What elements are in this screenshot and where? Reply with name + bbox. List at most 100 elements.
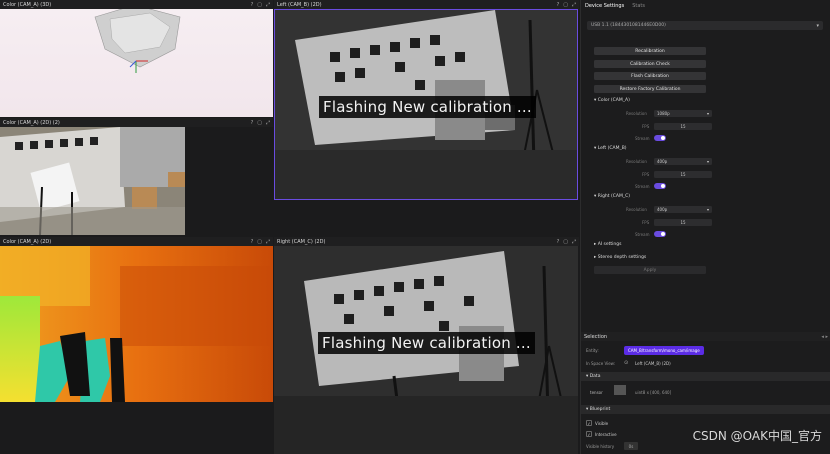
help-icon[interactable]: ? bbox=[557, 239, 560, 245]
fps-label: FPS bbox=[642, 220, 650, 225]
view-color-3d[interactable] bbox=[0, 9, 273, 117]
section-color[interactable]: ▾ Color (CAM_A) bbox=[594, 98, 630, 103]
flashing-overlay: Flashing New calibration ... bbox=[319, 96, 536, 118]
flash-calibration-button[interactable]: Flash Calibration bbox=[594, 72, 706, 80]
nav-arrows-icon[interactable]: ◂ ▸ bbox=[821, 334, 828, 340]
chevron-down-icon: ▾ bbox=[706, 159, 709, 164]
maximize-icon[interactable]: ▢ bbox=[563, 2, 568, 8]
color-fps-input[interactable]: 15 bbox=[654, 123, 712, 130]
view-right-2d[interactable]: Flashing New calibration ... bbox=[274, 246, 578, 454]
view-title: Right (CAM_C) (2D) bbox=[277, 238, 326, 245]
resolution-value: 400p bbox=[657, 159, 668, 164]
section-right[interactable]: ▾ Right (CAM_C) bbox=[594, 194, 630, 199]
chevron-down-icon: ▾ bbox=[816, 22, 819, 29]
blueprint-header[interactable]: ▾ Blueprint bbox=[581, 405, 830, 414]
data-title: Data bbox=[589, 374, 601, 379]
interactive-checkbox[interactable]: ✓ bbox=[586, 431, 592, 437]
target-icon[interactable]: ⊙ bbox=[624, 360, 628, 366]
expand-icon[interactable]: ⤢ bbox=[266, 239, 270, 245]
apply-button[interactable]: Apply bbox=[594, 266, 706, 274]
view-title: Color (CAM_A) (2D) (2) bbox=[3, 119, 60, 126]
app-window: Color (CAM_A) (3D) ? ▢ ⤢ Left (CAM_B) (2D)… bbox=[0, 0, 830, 454]
right-resolution-select[interactable]: 400p ▾ bbox=[654, 206, 712, 213]
view-header-left-2d[interactable]: Left (CAM_B) (2D) ? ▢ ⤢ bbox=[274, 0, 579, 9]
recalibration-button[interactable]: Recalibration bbox=[594, 47, 706, 55]
view-header-color-3d[interactable]: Color (CAM_A) (3D) ? ▢ ⤢ bbox=[0, 0, 273, 9]
tab-stats[interactable]: Stats bbox=[632, 3, 645, 9]
selection-title: Selection bbox=[584, 333, 608, 340]
expand-icon[interactable]: ⤢ bbox=[572, 239, 576, 245]
tab-device-settings[interactable]: Device Settings bbox=[585, 3, 624, 9]
watermark: CSDN @OAK中国_官方 bbox=[692, 429, 822, 443]
calibration-check-button[interactable]: Calibration Check bbox=[594, 60, 706, 68]
view-left-2d[interactable]: Flashing New calibration ... bbox=[274, 9, 578, 200]
visible-checkbox[interactable]: ✓ bbox=[586, 420, 592, 426]
help-icon[interactable]: ? bbox=[251, 120, 254, 126]
view-depth-2d[interactable] bbox=[0, 246, 273, 402]
restore-factory-button[interactable]: Restore Factory Calibration bbox=[594, 85, 706, 93]
view-header-color-2d[interactable]: Color (CAM_A) (2D) ? ▢ ⤢ bbox=[0, 237, 273, 246]
side-tabs: Device Settings Stats bbox=[581, 0, 830, 10]
fps-label: FPS bbox=[642, 124, 650, 129]
data-header[interactable]: ▾ Data bbox=[581, 372, 830, 381]
view-header-color-2d-2[interactable]: Color (CAM_A) (2D) (2) ? ▢ ⤢ bbox=[0, 118, 273, 127]
resolution-value: 400p bbox=[657, 207, 668, 212]
fps-label: FPS bbox=[642, 172, 650, 177]
help-icon[interactable]: ? bbox=[251, 2, 254, 8]
visible-history-label: Visible history bbox=[586, 444, 615, 449]
blueprint-title: Blueprint bbox=[589, 407, 611, 412]
stream-label: Stream bbox=[635, 232, 650, 237]
view-color-2d-2[interactable] bbox=[0, 127, 273, 235]
color-resolution-select[interactable]: 1080p ▾ bbox=[654, 110, 712, 117]
maximize-icon[interactable]: ▢ bbox=[257, 239, 262, 245]
left-resolution-select[interactable]: 400p ▾ bbox=[654, 158, 712, 165]
entity-chip[interactable]: CAM_B/transform/mono_cam/image bbox=[624, 346, 704, 355]
visible-label: Visible bbox=[595, 421, 609, 426]
section-label: Left (CAM_B) bbox=[597, 146, 627, 151]
section-label: Color (CAM_A) bbox=[597, 98, 630, 103]
device-select[interactable]: USB 1.1 (1844301081446E0D00) ▾ bbox=[587, 21, 823, 30]
selection-header: Selection ◂ ▸ bbox=[581, 332, 830, 341]
stream-label: Stream bbox=[635, 184, 650, 189]
resolution-value: 1080p bbox=[657, 111, 670, 116]
chevron-down-icon: ▾ bbox=[706, 111, 709, 116]
section-label: Stereo depth settings bbox=[597, 255, 647, 260]
flashing-overlay: Flashing New calibration ... bbox=[318, 332, 535, 354]
view-title: Color (CAM_A) (2D) bbox=[3, 238, 52, 245]
color-stream-toggle[interactable] bbox=[654, 135, 666, 141]
visible-history-input[interactable]: 0s bbox=[624, 442, 638, 450]
resolution-label: Resolution bbox=[626, 207, 647, 212]
space-view-value[interactable]: Left (CAM_B) (2D) bbox=[635, 361, 671, 366]
left-stream-toggle[interactable] bbox=[654, 183, 666, 189]
side-panel: Device Settings Stats USB 1.1 (184430108… bbox=[580, 0, 830, 454]
tensor-label: tensor bbox=[590, 390, 603, 395]
help-icon[interactable]: ? bbox=[251, 239, 254, 245]
tensor-value: uint8 x [400, 640] bbox=[635, 390, 672, 395]
color-image bbox=[0, 127, 185, 235]
view-title: Left (CAM_B) (2D) bbox=[277, 1, 322, 8]
depth-image bbox=[0, 246, 273, 402]
section-stereo-settings[interactable]: ▸ Stereo depth settings bbox=[594, 255, 646, 260]
maximize-icon[interactable]: ▢ bbox=[257, 120, 262, 126]
left-fps-input[interactable]: 15 bbox=[654, 171, 712, 178]
3d-scene bbox=[94, 9, 181, 73]
expand-icon[interactable]: ⤢ bbox=[266, 2, 270, 8]
resolution-label: Resolution bbox=[626, 111, 647, 116]
section-label: Right (CAM_C) bbox=[597, 194, 630, 199]
maximize-icon[interactable]: ▢ bbox=[257, 2, 262, 8]
expand-icon[interactable]: ⤢ bbox=[266, 120, 270, 126]
section-left[interactable]: ▾ Left (CAM_B) bbox=[594, 146, 627, 151]
view-header-right-2d[interactable]: Right (CAM_C) (2D) ? ▢ ⤢ bbox=[274, 237, 579, 246]
tensor-thumbnail bbox=[614, 385, 626, 395]
entity-label: Entity: bbox=[586, 348, 599, 353]
interactive-label: Interactive bbox=[595, 432, 617, 437]
view-title: Color (CAM_A) (3D) bbox=[3, 1, 52, 8]
section-ai-settings[interactable]: ▸ AI settings bbox=[594, 242, 621, 247]
device-value: USB 1.1 (1844301081446E0D00) bbox=[591, 23, 666, 28]
help-icon[interactable]: ? bbox=[557, 2, 560, 8]
chevron-down-icon: ▾ bbox=[706, 207, 709, 212]
right-stream-toggle[interactable] bbox=[654, 231, 666, 237]
right-fps-input[interactable]: 15 bbox=[654, 219, 712, 226]
expand-icon[interactable]: ⤢ bbox=[572, 2, 576, 8]
maximize-icon[interactable]: ▢ bbox=[563, 239, 568, 245]
